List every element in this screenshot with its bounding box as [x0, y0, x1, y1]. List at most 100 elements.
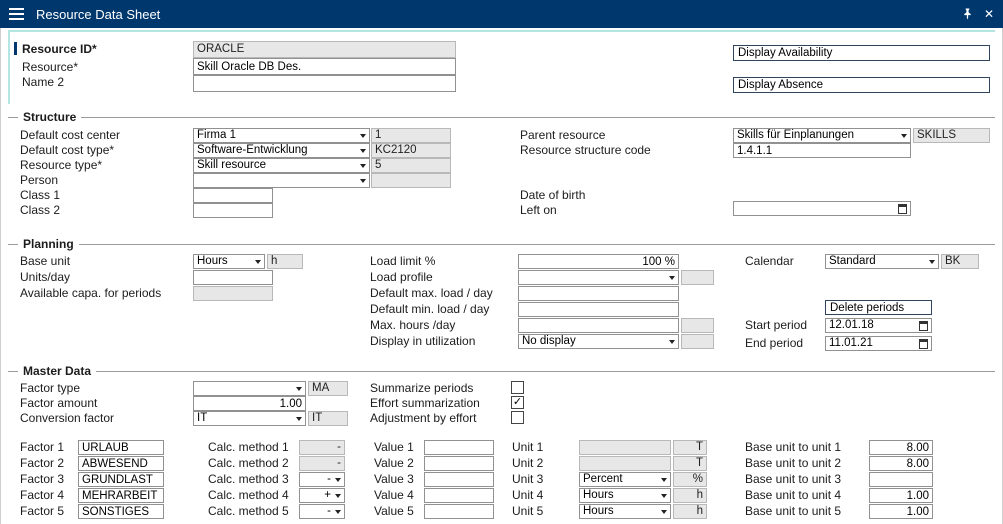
factor-amount-label: Factor amount	[20, 397, 97, 410]
base-unit-to-unit-1-label: Base unit to unit 1	[745, 441, 841, 454]
resource-id-field: ORACLE	[193, 41, 456, 58]
selected-value: -	[303, 473, 333, 486]
adjustment-by-effort-checkbox[interactable]	[511, 411, 524, 424]
parent-resource-select[interactable]: Skills für Einplanungen	[733, 128, 911, 143]
load-limit-input[interactable]	[518, 254, 679, 269]
calc-method-3-select[interactable]: -	[299, 472, 345, 487]
value-3-label: Value 3	[374, 473, 414, 486]
max-hours-input[interactable]	[518, 318, 679, 333]
calendar-select[interactable]: Standard	[825, 254, 939, 269]
factor-4-input[interactable]	[78, 488, 164, 503]
conversion-factor-code: IT	[308, 411, 348, 426]
factor-2-label: Factor 2	[20, 457, 64, 470]
left-on-input[interactable]	[733, 201, 911, 216]
selected-value: -	[303, 505, 333, 518]
default-cost-type-code: KC2120	[371, 143, 451, 158]
resource-label: Resource*	[22, 61, 78, 74]
unit-2-code: T	[673, 456, 707, 471]
calc-method-2-field: -	[299, 456, 345, 471]
resource-data-sheet-window: Resource Data Sheet ✕ Resource ID* Resou…	[0, 0, 1003, 524]
factor-2-input[interactable]	[78, 456, 164, 471]
default-max-input[interactable]	[518, 286, 679, 301]
calendar-icon[interactable]	[898, 204, 907, 214]
name2-input[interactable]	[193, 75, 456, 92]
base-unit-to-unit-2-input[interactable]	[869, 456, 933, 471]
display-absence-button[interactable]: Display Absence	[733, 77, 990, 93]
calc-method-5-select[interactable]: -	[299, 504, 345, 519]
resource-type-select[interactable]: Skill resource	[193, 158, 370, 173]
display-util-select[interactable]: No display	[518, 334, 679, 349]
base-unit-to-unit-5-input[interactable]	[869, 504, 933, 519]
value-3-input[interactable]	[424, 472, 494, 487]
value-5-input[interactable]	[424, 504, 494, 519]
chevron-down-icon	[661, 510, 667, 514]
end-period-input[interactable]: 11.01.21	[825, 336, 932, 351]
chevron-down-icon	[661, 494, 667, 498]
class2-label: Class 2	[20, 204, 60, 217]
base-unit-to-unit-4-input[interactable]	[869, 488, 933, 503]
conversion-factor-select[interactable]: IT	[193, 411, 306, 426]
default-cost-center-select[interactable]: Firma 1	[193, 128, 370, 143]
factor-1-label: Factor 1	[20, 441, 64, 454]
value-4-input[interactable]	[424, 488, 494, 503]
units-day-label: Units/day	[20, 271, 70, 284]
value-2-input[interactable]	[424, 456, 494, 471]
base-unit-to-unit-2-label: Base unit to unit 2	[745, 457, 841, 470]
class2-input[interactable]	[193, 203, 273, 218]
unit-5-label: Unit 5	[512, 505, 543, 518]
default-cost-type-select[interactable]: Software-Entwicklung	[193, 143, 370, 158]
factor-type-code: MA	[308, 381, 348, 396]
effort-summarization-checkbox[interactable]: ✓	[511, 396, 524, 409]
class1-input[interactable]	[193, 188, 273, 203]
calendar-code: BK	[941, 254, 979, 269]
unit-3-select[interactable]: Percent	[579, 472, 671, 487]
factor-type-select[interactable]	[193, 381, 306, 396]
display-availability-button[interactable]: Display Availability	[733, 45, 990, 61]
base-unit-code: h	[267, 254, 303, 269]
pin-icon[interactable]	[962, 8, 973, 20]
calc-method-2-label: Calc. method 2	[208, 457, 289, 470]
display-util-label: Display in utilization	[370, 335, 475, 348]
resource-name-input[interactable]	[193, 58, 456, 75]
selected-value: Standard	[829, 255, 927, 268]
class1-label: Class 1	[20, 189, 60, 202]
base-unit-to-unit-3-input[interactable]	[869, 472, 933, 487]
hamburger-menu-icon[interactable]	[9, 8, 24, 20]
base-unit-select[interactable]: Hours	[193, 254, 265, 269]
factor-1-input[interactable]	[78, 440, 164, 455]
value-1-input[interactable]	[424, 440, 494, 455]
calendar-icon[interactable]	[919, 339, 928, 349]
units-day-input[interactable]	[193, 270, 273, 285]
factor-3-input[interactable]	[78, 472, 164, 487]
close-icon[interactable]: ✕	[984, 8, 994, 20]
load-profile-select[interactable]	[518, 270, 679, 285]
calendar-icon[interactable]	[919, 321, 928, 331]
factor-amount-input[interactable]	[193, 396, 306, 411]
resource-type-code: 5	[371, 158, 451, 173]
unit-4-select[interactable]: Hours	[579, 488, 671, 503]
unit-2-label: Unit 2	[512, 457, 543, 470]
factor-4-label: Factor 4	[20, 489, 64, 502]
start-period-input[interactable]: 12.01.18	[825, 318, 932, 333]
structure-code-input[interactable]	[733, 143, 911, 158]
default-min-label: Default min. load / day	[370, 303, 489, 316]
window-title: Resource Data Sheet	[36, 7, 160, 22]
unit-5-select[interactable]: Hours	[579, 504, 671, 519]
selected-value: No display	[522, 335, 667, 348]
titlebar-actions: ✕	[962, 0, 994, 28]
start-period-label: Start period	[745, 319, 807, 332]
default-min-input[interactable]	[518, 302, 679, 317]
selected-value: +	[303, 489, 333, 502]
section-divider	[8, 117, 995, 118]
unit-3-label: Unit 3	[512, 473, 543, 486]
base-unit-to-unit-1-input[interactable]	[869, 440, 933, 455]
delete-periods-button[interactable]: Delete periods	[825, 300, 932, 315]
parent-resource-code: SKILLS	[913, 128, 990, 143]
summarize-periods-checkbox[interactable]	[511, 381, 524, 394]
active-field-marker	[14, 42, 17, 55]
person-select[interactable]	[193, 173, 370, 188]
chevron-down-icon	[335, 494, 341, 498]
name2-label: Name 2	[22, 76, 64, 89]
calc-method-4-select[interactable]: +	[299, 488, 345, 503]
factor-5-input[interactable]	[78, 504, 164, 519]
